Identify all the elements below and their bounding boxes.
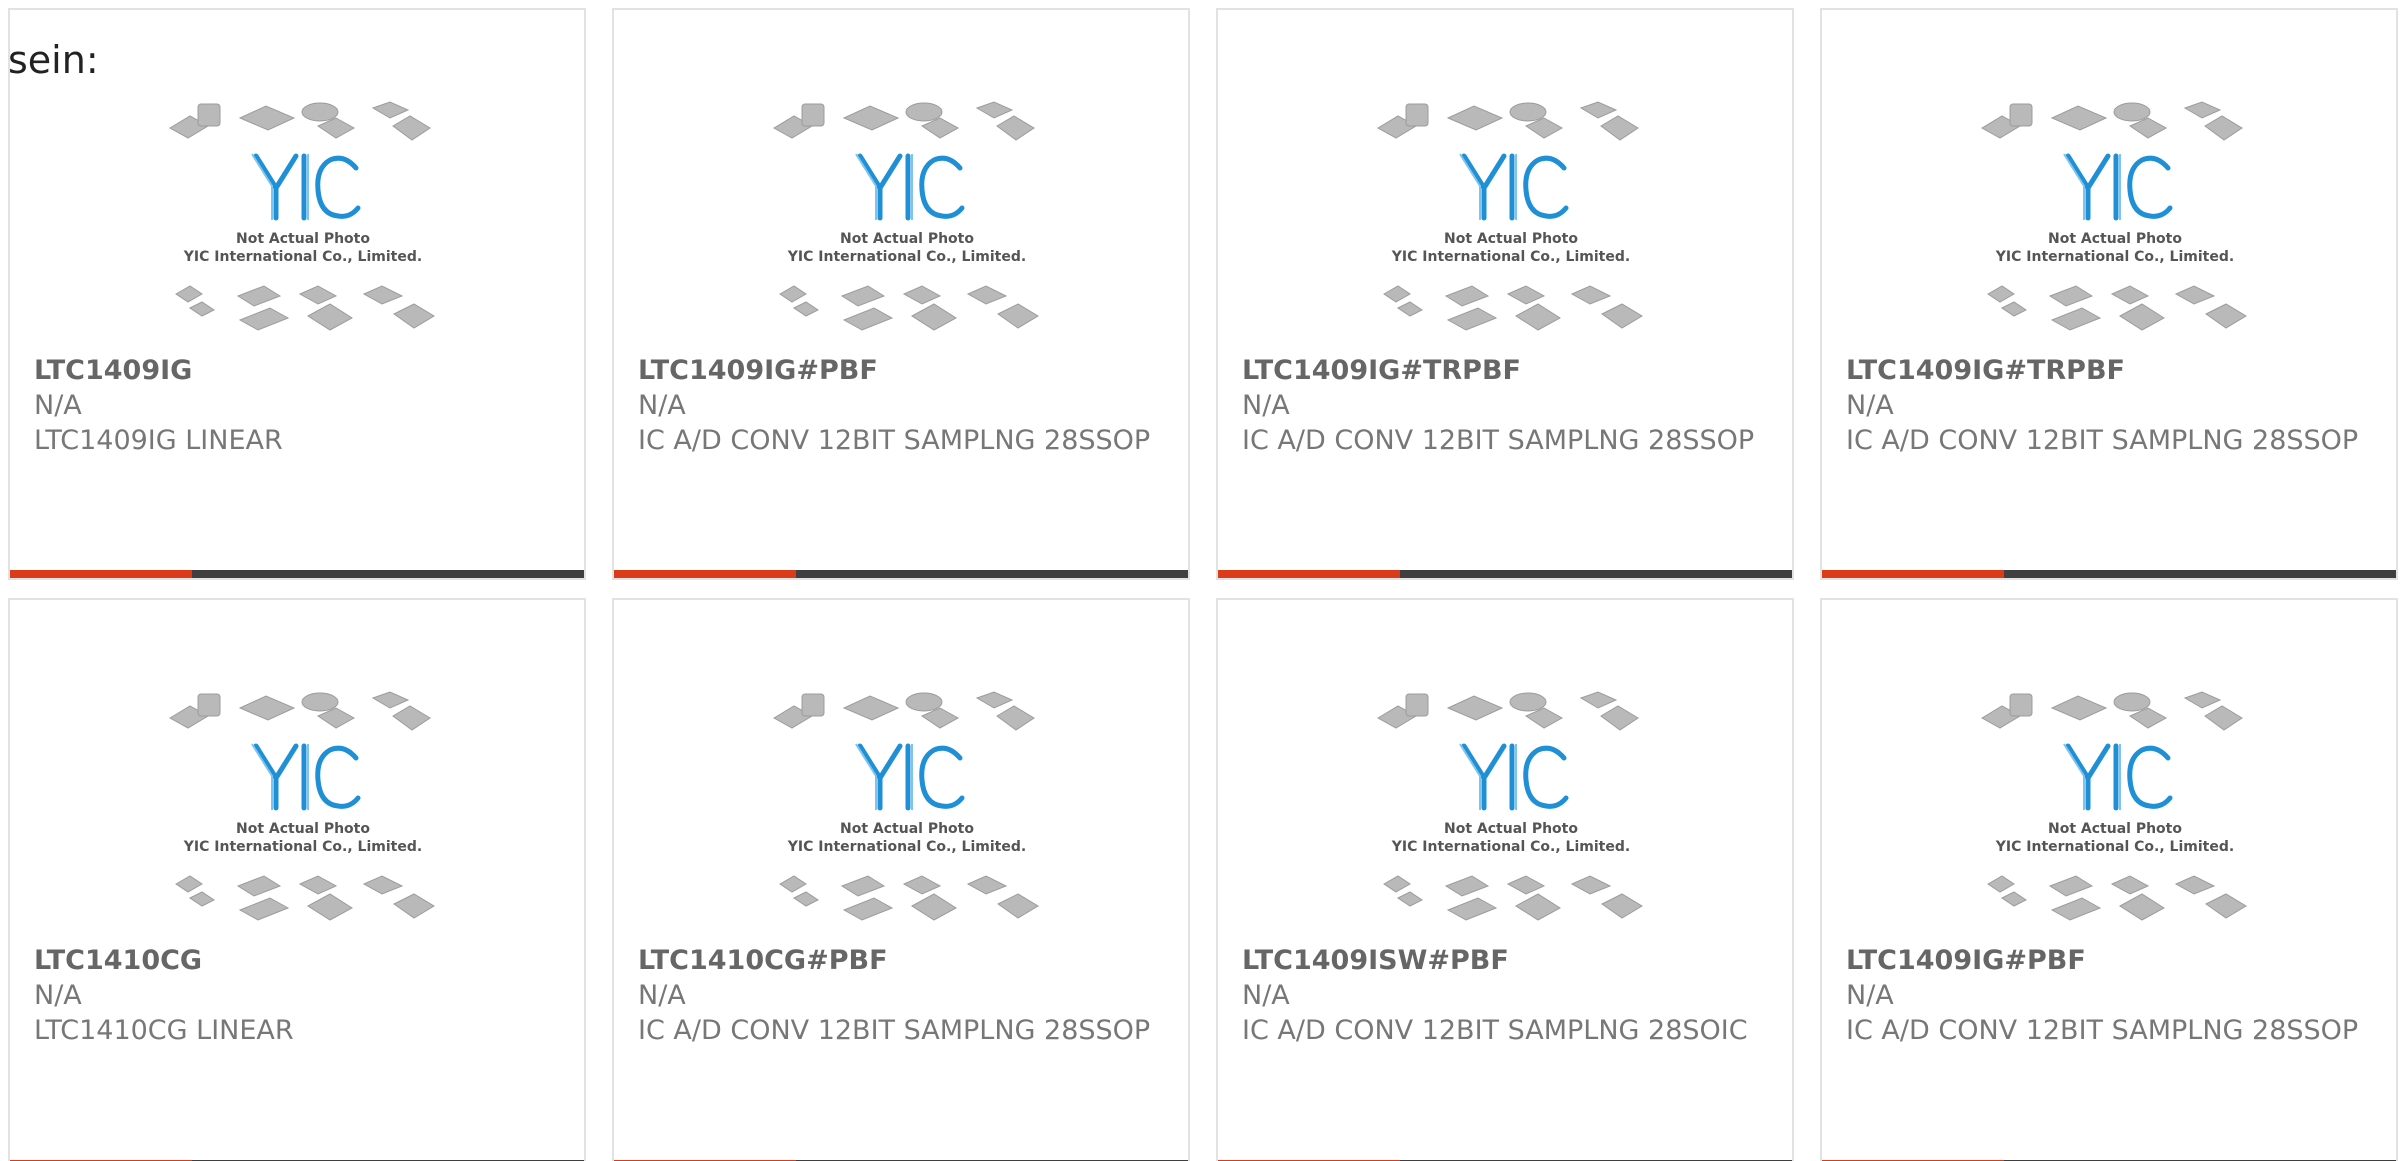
product-description: IC A/D CONV 12BIT SAMPLNG 28SSOP — [1242, 425, 1755, 456]
product-placeholder-image[interactable]: Not Actual Photo YIC International Co., … — [772, 98, 1042, 348]
product-card[interactable]: Not Actual Photo YIC International Co., … — [612, 598, 1190, 1161]
product-part-number[interactable]: LTC1409IG#TRPBF — [1846, 355, 2125, 386]
product-part-number[interactable]: LTC1409IG#TRPBF — [1242, 355, 1521, 386]
product-card[interactable]: Not Actual Photo YIC International Co., … — [8, 598, 586, 1161]
card-bottom-bar — [614, 570, 1188, 578]
placeholder-caption-2: YIC International Co., Limited. — [1391, 249, 1630, 265]
product-part-number[interactable]: LTC1409IG#PBF — [638, 355, 878, 386]
card-accent-bar — [1218, 570, 1400, 578]
placeholder-caption-2: YIC International Co., Limited. — [1995, 839, 2234, 855]
product-manufacturer: N/A — [638, 390, 686, 421]
product-card[interactable]: Not Actual Photo YIC International Co., … — [1820, 8, 2398, 580]
placeholder-caption-2: YIC International Co., Limited. — [1391, 839, 1630, 855]
placeholder-caption-1: Not Actual Photo — [2048, 231, 2182, 247]
card-accent-bar — [614, 570, 796, 578]
product-part-number[interactable]: LTC1409IG#PBF — [1846, 945, 2086, 976]
product-card[interactable]: Not Actual Photo YIC International Co., … — [8, 8, 586, 580]
product-placeholder-image[interactable]: Not Actual Photo YIC International Co., … — [1980, 688, 2250, 938]
product-placeholder-image[interactable]: Not Actual Photo YIC International Co., … — [772, 688, 1042, 938]
placeholder-caption-2: YIC International Co., Limited. — [183, 839, 422, 855]
product-card[interactable]: Not Actual Photo YIC International Co., … — [1820, 598, 2398, 1161]
product-manufacturer: N/A — [34, 980, 82, 1011]
product-placeholder-image[interactable]: Not Actual Photo YIC International Co., … — [168, 98, 438, 348]
placeholder-caption-2: YIC International Co., Limited. — [787, 839, 1026, 855]
placeholder-caption-1: Not Actual Photo — [840, 821, 974, 837]
product-manufacturer: N/A — [1846, 390, 1894, 421]
product-manufacturer: N/A — [1242, 390, 1290, 421]
product-description: IC A/D CONV 12BIT SAMPLNG 28SOIC — [1242, 1015, 1748, 1046]
product-part-number[interactable]: LTC1409ISW#PBF — [1242, 945, 1509, 976]
placeholder-caption-2: YIC International Co., Limited. — [183, 249, 422, 265]
product-placeholder-image[interactable]: Not Actual Photo YIC International Co., … — [168, 688, 438, 938]
placeholder-caption-1: Not Actual Photo — [1444, 231, 1578, 247]
placeholder-caption-1: Not Actual Photo — [236, 821, 370, 837]
product-placeholder-image[interactable]: Not Actual Photo YIC International Co., … — [1980, 98, 2250, 348]
card-bottom-bar — [1822, 570, 2396, 578]
product-description: LTC1410CG LINEAR — [34, 1015, 294, 1046]
product-placeholder-image[interactable]: Not Actual Photo YIC International Co., … — [1376, 98, 1646, 348]
placeholder-caption-2: YIC International Co., Limited. — [1995, 249, 2234, 265]
card-bottom-bar — [10, 570, 584, 578]
product-card[interactable]: Not Actual Photo YIC International Co., … — [1216, 598, 1794, 1161]
product-description: LTC1409IG LINEAR — [34, 425, 283, 456]
product-card[interactable]: Not Actual Photo YIC International Co., … — [1216, 8, 1794, 580]
card-accent-bar — [1822, 570, 2004, 578]
placeholder-caption-2: YIC International Co., Limited. — [787, 249, 1026, 265]
placeholder-caption-1: Not Actual Photo — [840, 231, 974, 247]
product-description: IC A/D CONV 12BIT SAMPLNG 28SSOP — [1846, 425, 2359, 456]
placeholder-caption-1: Not Actual Photo — [2048, 821, 2182, 837]
placeholder-caption-1: Not Actual Photo — [236, 231, 370, 247]
product-description: IC A/D CONV 12BIT SAMPLNG 28SSOP — [638, 425, 1151, 456]
product-part-number[interactable]: LTC1409IG — [34, 355, 192, 386]
product-manufacturer: N/A — [1242, 980, 1290, 1011]
product-description: IC A/D CONV 12BIT SAMPLNG 28SSOP — [1846, 1015, 2359, 1046]
placeholder-caption-1: Not Actual Photo — [1444, 821, 1578, 837]
product-manufacturer: N/A — [34, 390, 82, 421]
product-description: IC A/D CONV 12BIT SAMPLNG 28SSOP — [638, 1015, 1151, 1046]
product-grid: Not Actual Photo YIC International Co., … — [8, 8, 2398, 1161]
product-placeholder-image[interactable]: Not Actual Photo YIC International Co., … — [1376, 688, 1646, 938]
product-part-number[interactable]: LTC1410CG#PBF — [638, 945, 888, 976]
product-manufacturer: N/A — [1846, 980, 1894, 1011]
product-part-number[interactable]: LTC1410CG — [34, 945, 202, 976]
card-accent-bar — [10, 570, 192, 578]
product-manufacturer: N/A — [638, 980, 686, 1011]
card-bottom-bar — [1218, 570, 1792, 578]
intro-text: sein: — [8, 38, 99, 82]
product-card[interactable]: Not Actual Photo YIC International Co., … — [612, 8, 1190, 580]
